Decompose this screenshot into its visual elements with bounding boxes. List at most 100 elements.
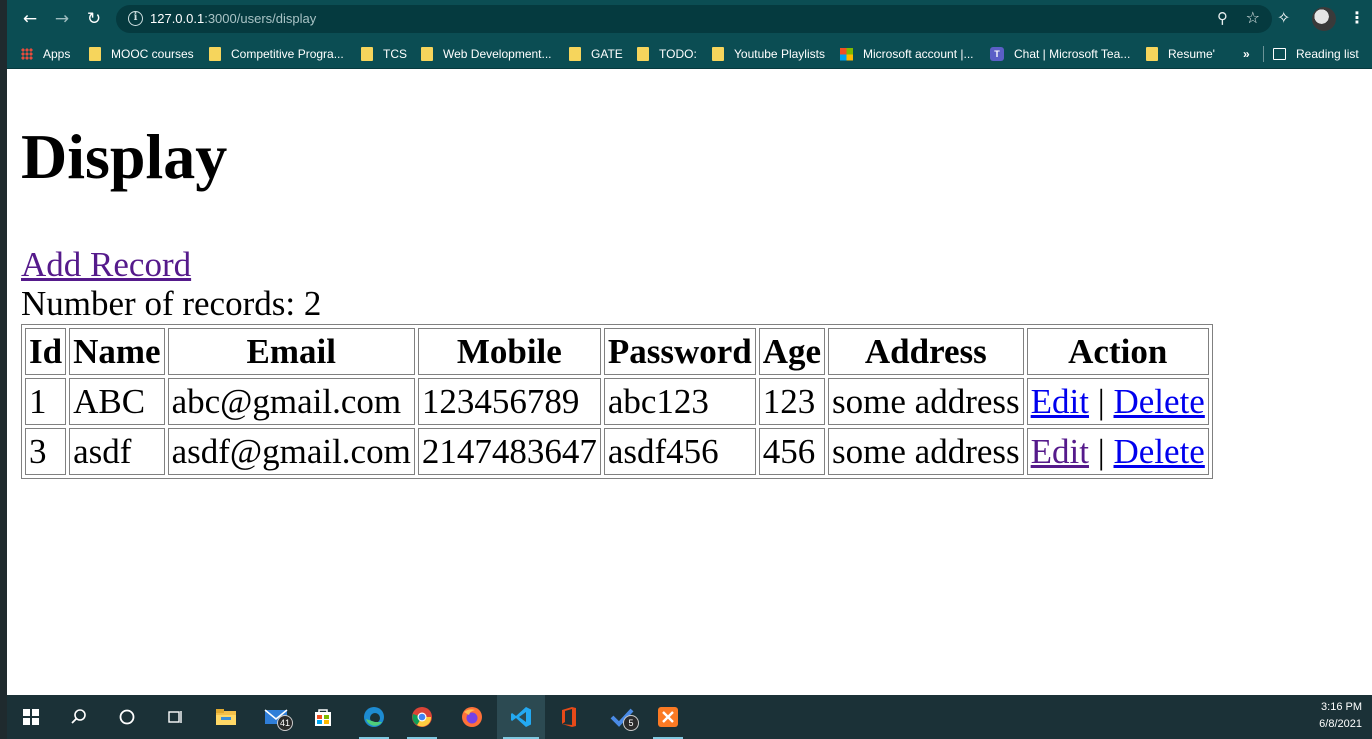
column-header-email: Email <box>167 328 415 375</box>
office-icon <box>562 707 576 727</box>
column-header-password: Password <box>603 328 756 375</box>
bookmark-label: TCS <box>383 47 407 61</box>
xampp-icon <box>658 707 678 727</box>
task-view-button[interactable] <box>157 695 193 739</box>
vscode-button[interactable] <box>497 695 545 739</box>
folder-icon <box>712 47 724 61</box>
edge-button[interactable] <box>353 695 395 739</box>
edit-link[interactable]: Edit <box>1031 432 1089 471</box>
todo-button[interactable]: 5 <box>601 695 643 739</box>
cell-password: asdf456 <box>603 428 756 475</box>
add-record-link[interactable]: Add Record <box>21 245 191 285</box>
folder-icon <box>421 47 433 61</box>
bookmark-label: Youtube Playlists <box>734 47 825 61</box>
puzzle-icon[interactable]: ✧ <box>1277 8 1290 27</box>
folder-icon <box>1146 47 1158 61</box>
bookmark-label: Apps <box>43 47 71 61</box>
column-header-name: Name <box>69 328 165 375</box>
cell-mobile: 2147483647 <box>417 428 601 475</box>
cell-address: some address <box>828 378 1024 425</box>
profile-avatar[interactable] <box>1312 7 1336 31</box>
delete-link[interactable]: Delete <box>1114 382 1205 421</box>
mail-badge: 41 <box>277 715 294 731</box>
record-count: Number of records: 2 <box>21 284 322 323</box>
bookmark-microsoft[interactable]: Microsoft account |... <box>840 44 974 64</box>
bookmark-apps[interactable]: Apps <box>21 44 70 64</box>
reading-list-button[interactable]: Reading list <box>1273 44 1359 64</box>
store-bag-icon <box>315 709 331 726</box>
folder-icon <box>361 47 373 61</box>
address-bar[interactable]: i 127.0.0.1:3000/users/display ⚲ ☆ <box>116 5 1272 33</box>
firefox-icon <box>462 707 482 727</box>
windows-start-button[interactable] <box>13 695 49 739</box>
browser-toolbar: ← → ↻ i 127.0.0.1:3000/users/display ⚲ ☆… <box>7 0 1372 38</box>
bookmark-folder[interactable]: TODO: <box>637 44 697 64</box>
bookmark-label: Microsoft account |... <box>863 47 974 61</box>
cell-name: asdf <box>69 428 165 475</box>
search-button[interactable] <box>61 695 97 739</box>
bookmark-folder[interactable]: Web Development... <box>421 44 552 64</box>
reading-list-icon <box>1273 48 1286 60</box>
bookmark-folder[interactable]: MOOC courses <box>89 44 194 64</box>
bookmarks-bar: Apps MOOC courses Competitive Progra... … <box>7 38 1372 69</box>
system-clock[interactable]: 3:16 PM 6/8/2021 <box>1319 699 1362 733</box>
bookmark-teams[interactable]: T Chat | Microsoft Tea... <box>990 44 1130 64</box>
cell-id: 1 <box>25 378 67 425</box>
edit-link[interactable]: Edit <box>1031 382 1089 421</box>
clock-time: 3:16 PM <box>1321 701 1362 713</box>
search-icon <box>71 709 86 724</box>
clock-date: 6/8/2021 <box>1319 718 1362 730</box>
zoom-icon[interactable]: ⚲ <box>1217 9 1228 27</box>
cortana-button[interactable] <box>109 695 145 739</box>
table-row: 1 ABC abc@gmail.com 123456789 abc123 123… <box>25 378 1209 425</box>
cell-address: some address <box>828 428 1024 475</box>
delete-link[interactable]: Delete <box>1114 432 1205 471</box>
microsoft-logo-icon <box>840 47 853 61</box>
xampp-button[interactable] <box>647 695 689 739</box>
page-title: Display <box>21 121 228 192</box>
kebab-menu-icon[interactable]: ⋮ <box>1349 8 1365 27</box>
windows-logo-icon <box>23 709 39 725</box>
chrome-button[interactable] <box>401 695 443 739</box>
teams-icon: T <box>990 47 1004 61</box>
bookmark-label: Chat | Microsoft Tea... <box>1014 47 1131 61</box>
cell-password: abc123 <box>603 378 756 425</box>
table-header-row: Id Name Email Mobile Password Age Addres… <box>25 328 1209 375</box>
bookmark-folder[interactable]: GATE <box>569 44 623 64</box>
cell-mobile: 123456789 <box>417 378 601 425</box>
bookmark-folder[interactable]: Youtube Playlists <box>712 44 825 64</box>
store-button[interactable] <box>305 695 341 739</box>
star-icon[interactable]: ☆ <box>1246 8 1260 27</box>
bookmark-label: Web Development... <box>443 47 552 61</box>
divider <box>1263 46 1264 62</box>
bookmarks-overflow-button[interactable]: » <box>1243 44 1250 64</box>
info-icon[interactable]: i <box>128 11 143 26</box>
cortana-circle-icon <box>119 709 135 725</box>
firefox-button[interactable] <box>451 695 493 739</box>
url-text[interactable]: 127.0.0.1:3000/users/display <box>150 11 316 26</box>
office-button[interactable] <box>551 695 587 739</box>
file-explorer-button[interactable] <box>207 695 245 739</box>
folder-icon <box>637 47 649 61</box>
reading-list-label: Reading list <box>1296 47 1359 61</box>
folder-icon <box>216 709 236 725</box>
cell-age: 123 <box>758 378 826 425</box>
bookmark-folder[interactable]: Resume' <box>1146 44 1215 64</box>
mail-button[interactable]: 41 <box>255 695 297 739</box>
folder-icon <box>89 47 101 61</box>
forward-arrow-icon[interactable]: → <box>51 8 73 30</box>
url-host: 127.0.0.1 <box>150 11 205 26</box>
back-arrow-icon[interactable]: ← <box>19 8 41 30</box>
reload-icon[interactable]: ↻ <box>83 8 105 30</box>
column-header-action: Action <box>1026 328 1209 375</box>
cell-age: 456 <box>758 428 826 475</box>
cell-action: Edit | Delete <box>1026 428 1209 475</box>
chrome-icon <box>412 707 432 727</box>
folder-icon <box>569 47 581 61</box>
bookmark-folder[interactable]: TCS <box>361 44 407 64</box>
cell-name: ABC <box>69 378 165 425</box>
bookmark-label: Resume' <box>1168 47 1215 61</box>
bookmark-folder[interactable]: Competitive Progra... <box>209 44 344 64</box>
records-table: Id Name Email Mobile Password Age Addres… <box>21 324 1213 479</box>
window-edge <box>0 0 7 739</box>
